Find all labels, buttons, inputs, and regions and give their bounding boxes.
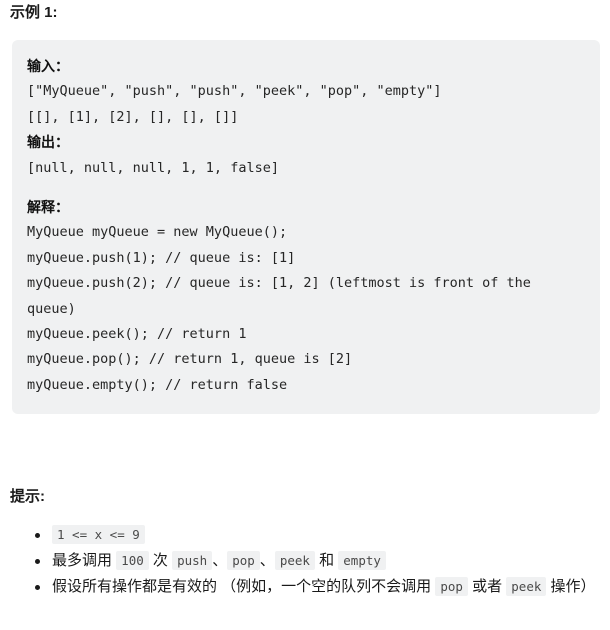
hint-text: 操作） [546,578,596,595]
code-line: myQueue.push(1); // queue is: [1] [27,249,296,266]
code-section-label: 输出： [27,134,69,151]
hints-list: 1 <= x <= 9 最多调用 100 次 push、 pop、 peek 和 em… [0,522,610,600]
example-heading: 示例 1: [10,4,58,21]
code-spacer [27,181,584,195]
inline-code-chip: empty [338,551,386,570]
hint-item: 最多调用 100 次 push、 pop、 peek 和 empty [35,548,602,574]
inline-code-chip: peek [506,577,547,596]
inline-code-chip: push [172,551,213,570]
hint-text: 或者 [467,578,507,595]
hint-text: 和 [314,552,339,569]
problem-description-panel: 示例 1: 输入： ["MyQueue", "push", "push", "pe… [0,0,610,630]
inline-code-chip: 100 [116,551,149,570]
code-line: ["MyQueue", "push", "push", "peek", "pop… [27,83,442,100]
hints-heading: 提示: [10,488,45,505]
code-line: myQueue.push(2); // queue is: [1, 2] (le… [27,275,540,317]
code-section-label: 输入： [27,58,69,74]
hint-text: 假设所有操作都是有效的 （例如，一个空的队列不会调用 [52,578,436,595]
hint-item: 1 <= x <= 9 [35,522,602,548]
inline-code-chip: peek [274,551,315,570]
inline-code-chip: 1 <= x <= 9 [52,525,145,544]
code-line: myQueue.pop(); // return 1, queue is [2] [27,351,353,368]
hint-text: 最多调用 [52,552,117,569]
hint-item: 假设所有操作都是有效的 （例如，一个空的队列不会调用 pop 或者 peek 操… [35,574,602,600]
example-code-block: 输入： ["MyQueue", "push", "push", "peek", "… [12,40,600,415]
hint-text: 、 [259,552,275,569]
code-line: [[], [1], [2], [], [], []] [27,108,239,125]
code-line: [null, null, null, 1, 1, false] [27,159,279,176]
inline-code-chip: pop [227,551,260,570]
inline-code-chip: pop [435,577,468,596]
code-line: MyQueue myQueue = new MyQueue(); [27,224,288,241]
code-line: myQueue.empty(); // return false [27,376,288,393]
code-line: myQueue.peek(); // return 1 [27,326,247,343]
code-section-label: 解释： [27,199,69,216]
hint-text: 、 [212,552,228,569]
hint-text: 次 [148,552,173,569]
